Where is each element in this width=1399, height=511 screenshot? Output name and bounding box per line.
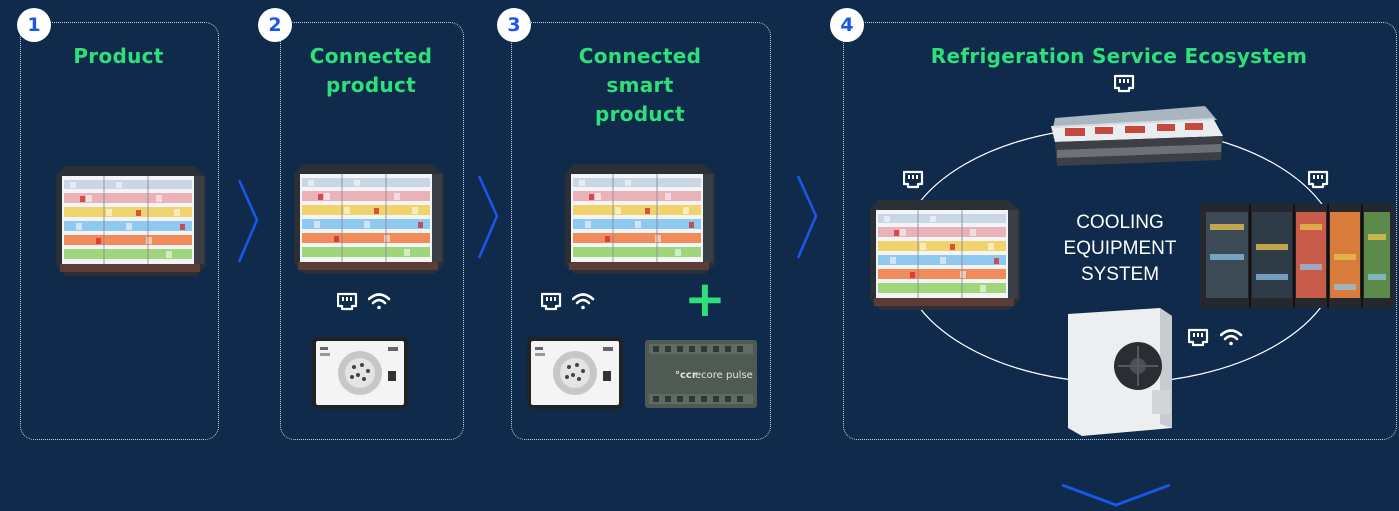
chevron-down-icon [1061, 483, 1171, 507]
ethernet-icon [903, 170, 924, 189]
ethernet-icon [1188, 328, 1209, 347]
wifi-icon [368, 293, 391, 311]
ethernet-icon [337, 292, 358, 311]
ecosystem-center-label: COOLING EQUIPMENT SYSTEM [1060, 210, 1180, 288]
wifi-icon [572, 293, 595, 311]
stage-2-number: 2 [258, 8, 292, 42]
chevron-right-icon [796, 176, 818, 260]
stage-2-title: Connected product [309, 44, 433, 97]
smart-fridge [565, 164, 716, 275]
tablet-dashboard [527, 337, 623, 409]
plus-icon: + [684, 270, 726, 328]
controller-label: ecore pulse [695, 370, 753, 381]
condensing-unit [1068, 308, 1172, 436]
glass-door-freezers [1200, 204, 1395, 308]
ethernet-icon [1308, 170, 1329, 189]
stage-3-title: Connected smart product [578, 44, 702, 126]
ethernet-icon [541, 292, 562, 311]
tablet-dashboard [312, 337, 408, 409]
stage-4-title: Refrigeration Service Ecosystem [930, 44, 1308, 68]
wifi-icon [1220, 329, 1243, 347]
stage-4-number: 4 [830, 8, 864, 42]
controller-device: °ccr ecore pulse [645, 340, 757, 408]
center-line-3: SYSTEM [1080, 264, 1160, 285]
chevron-right-icon [237, 180, 259, 264]
ethernet-icon [1114, 74, 1135, 93]
controller-brand: °ccr [675, 370, 697, 381]
ecosystem-multideck-fridge [870, 200, 1021, 311]
product-fridge [56, 166, 207, 277]
stage-1-title: Product [73, 44, 164, 68]
connected-fridge [294, 164, 445, 275]
chevron-right-icon [477, 176, 499, 260]
stage-3-number: 3 [497, 8, 531, 42]
center-line-2: EQUIPMENT [1063, 238, 1177, 259]
center-line-1: COOLING [1076, 212, 1164, 233]
serve-over-counter [1051, 106, 1223, 166]
stage-1-number: 1 [17, 8, 51, 42]
